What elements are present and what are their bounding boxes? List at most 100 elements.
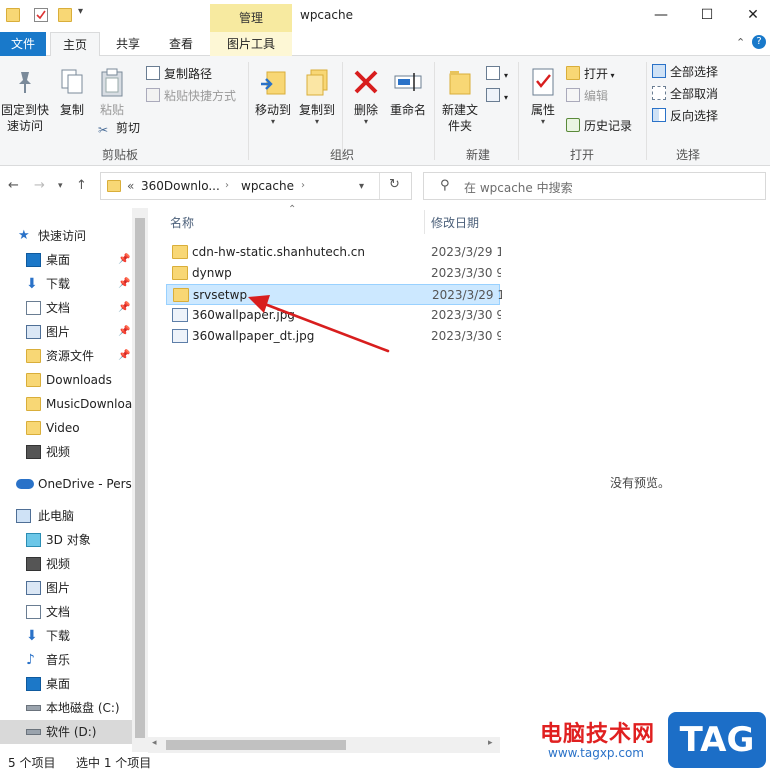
nav-pc-videos[interactable]: 视频 [0, 552, 132, 576]
column-header-name[interactable]: 名称 [170, 214, 194, 231]
nav-pc-local-disk-c[interactable]: 本地磁盘 (C:) [0, 696, 132, 720]
new-folder-icon[interactable] [58, 8, 72, 22]
properties-button[interactable]: 属性 ▾ [524, 66, 562, 126]
invert-selection-button[interactable]: 反向选择 [652, 106, 718, 126]
breadcrumb-overflow[interactable]: « [127, 179, 134, 193]
item-count: 5 个项目 [8, 756, 56, 770]
easy-access-button[interactable]: ▾ [486, 86, 508, 106]
customize-toolbar-icon[interactable]: ▾ [78, 6, 83, 17]
folder-icon [26, 373, 41, 387]
address-history-dropdown-icon[interactable]: ▾ [359, 181, 364, 192]
cut-button[interactable]: ✂ 剪切 [98, 118, 140, 138]
forward-arrow-icon[interactable]: → [34, 178, 45, 193]
search-input[interactable]: 在 wpcache 中搜索 [464, 179, 573, 196]
pin-quick-access-button[interactable]: 固定到快速访问 [0, 66, 50, 134]
maximize-button[interactable]: ☐ [684, 0, 730, 30]
no-preview-text: 没有预览。 [610, 476, 671, 490]
tab-file[interactable]: 文件 [0, 32, 46, 56]
nav-pc-desktop[interactable]: 桌面 [0, 672, 132, 696]
help-icon[interactable]: ? [752, 35, 766, 49]
file-list-hscrollbar[interactable]: ◂ ▸ [148, 737, 500, 753]
nav-onedrive[interactable]: OneDrive - Personal [0, 472, 132, 496]
tab-share[interactable]: 共享 [104, 32, 152, 56]
nav-pc-software-d[interactable]: 软件 (D:) [0, 720, 132, 744]
up-arrow-icon[interactable]: ↑ [76, 178, 87, 193]
nav-quick-access[interactable]: ★ 快速访问 [0, 224, 132, 248]
nav-pc-3d-objects[interactable]: 3D 对象 [0, 528, 132, 552]
table-row[interactable]: cdn-hw-static.shanhutech.cn 2023/3/29 1 [166, 242, 501, 263]
properties-icon[interactable] [34, 8, 48, 22]
scroll-right-icon[interactable]: ▸ [488, 738, 493, 748]
search-box[interactable]: ⚲ 在 wpcache 中搜索 [423, 172, 766, 200]
nav-scrollbar[interactable] [132, 208, 148, 752]
select-none-icon [652, 86, 666, 100]
nav-item-videos[interactable]: 视频 [0, 440, 132, 464]
address-bar[interactable]: « 360Downlo... › wpcache › ▾ ↻ [100, 172, 412, 200]
table-row[interactable]: dynwp 2023/3/30 9 [166, 263, 501, 284]
paste-button[interactable]: 粘贴 [94, 66, 130, 118]
nav-item-musicdownload[interactable]: MusicDownload [0, 392, 132, 416]
collapse-ribbon-icon[interactable]: ⌃ [736, 36, 745, 49]
delete-button[interactable]: 删除 ▾ [348, 66, 384, 126]
pin-icon[interactable]: 📌 [118, 296, 130, 320]
nav-item-pictures[interactable]: 图片 📌 [0, 320, 132, 344]
watermark-url: www.tagxp.com [548, 746, 644, 760]
nav-item-resource-files[interactable]: 资源文件 📌 [0, 344, 132, 368]
nav-pc-downloads[interactable]: ⬇ 下载 [0, 624, 132, 648]
copy-to-icon [301, 66, 333, 98]
nav-item-downloads-folder[interactable]: Downloads [0, 368, 132, 392]
select-all-button[interactable]: 全部选择 [652, 62, 718, 82]
new-folder-button[interactable]: 新建文件夹 [438, 66, 482, 134]
pin-icon[interactable]: 📌 [118, 272, 130, 296]
history-button[interactable]: 历史记录 [566, 116, 632, 136]
new-item-button[interactable]: ▾ [486, 64, 508, 84]
copy-path-button[interactable]: 复制路径 [146, 64, 212, 84]
nav-pc-pictures[interactable]: 图片 [0, 576, 132, 600]
nav-item-desktop[interactable]: 桌面 📌 [0, 248, 132, 272]
chevron-right-icon[interactable]: › [225, 180, 229, 191]
back-arrow-icon[interactable]: ← [8, 178, 19, 193]
nav-item-downloads[interactable]: ⬇ 下载 📌 [0, 272, 132, 296]
recent-locations-icon[interactable]: ▾ [58, 181, 63, 191]
scissors-icon: ✂ [98, 123, 109, 137]
tab-picture-tools[interactable]: 图片工具 [210, 32, 292, 56]
nav-this-pc[interactable]: 此电脑 [0, 504, 132, 528]
copy-to-button[interactable]: 复制到 ▾ [296, 66, 338, 126]
search-icon: ⚲ [440, 178, 450, 193]
breadcrumb-360downloads[interactable]: 360Downlo... [141, 179, 220, 193]
nav-item-video[interactable]: Video [0, 416, 132, 440]
history-icon [566, 118, 580, 132]
scroll-left-icon[interactable]: ◂ [152, 738, 157, 748]
context-tab-manage[interactable]: 管理 [210, 4, 292, 32]
move-to-button[interactable]: 移动到 ▾ [252, 66, 294, 126]
tab-home[interactable]: 主页 [50, 32, 100, 57]
nav-pc-music[interactable]: ♪ 音乐 [0, 648, 132, 672]
edit-button[interactable]: 编辑 [566, 86, 608, 106]
open-button[interactable]: 打开 ▾ [566, 64, 615, 84]
close-button[interactable]: ✕ [730, 0, 770, 30]
pin-icon[interactable]: 📌 [118, 248, 130, 272]
watermark-tag-logo: TAG [668, 712, 766, 768]
scrollbar-thumb[interactable] [166, 740, 346, 750]
status-bar: 5 个项目 选中 1 个项目 [0, 753, 770, 773]
folder-icon [172, 245, 188, 259]
group-divider [248, 62, 249, 160]
select-none-button[interactable]: 全部取消 [652, 84, 718, 104]
pin-icon[interactable]: 📌 [118, 344, 130, 368]
refresh-icon[interactable]: ↻ [389, 177, 400, 192]
scrollbar-thumb[interactable] [135, 218, 145, 738]
paste-shortcut-button[interactable]: 粘贴快捷方式 [146, 86, 236, 106]
new-folder-icon [444, 66, 476, 98]
breadcrumb-wpcache[interactable]: wpcache [241, 179, 294, 193]
computer-icon [16, 509, 31, 523]
nav-pc-documents[interactable]: 文档 [0, 600, 132, 624]
minimize-button[interactable]: — [638, 0, 684, 30]
pin-icon[interactable]: 📌 [118, 320, 130, 344]
column-header-date[interactable]: 修改日期 [431, 214, 479, 231]
tab-view[interactable]: 查看 [156, 32, 206, 56]
rename-button[interactable]: 重命名 [386, 66, 430, 118]
nav-item-documents[interactable]: 文档 📌 [0, 296, 132, 320]
copy-button[interactable]: 复制 [54, 66, 90, 118]
chevron-right-icon[interactable]: › [301, 180, 305, 191]
column-divider[interactable] [424, 210, 425, 234]
